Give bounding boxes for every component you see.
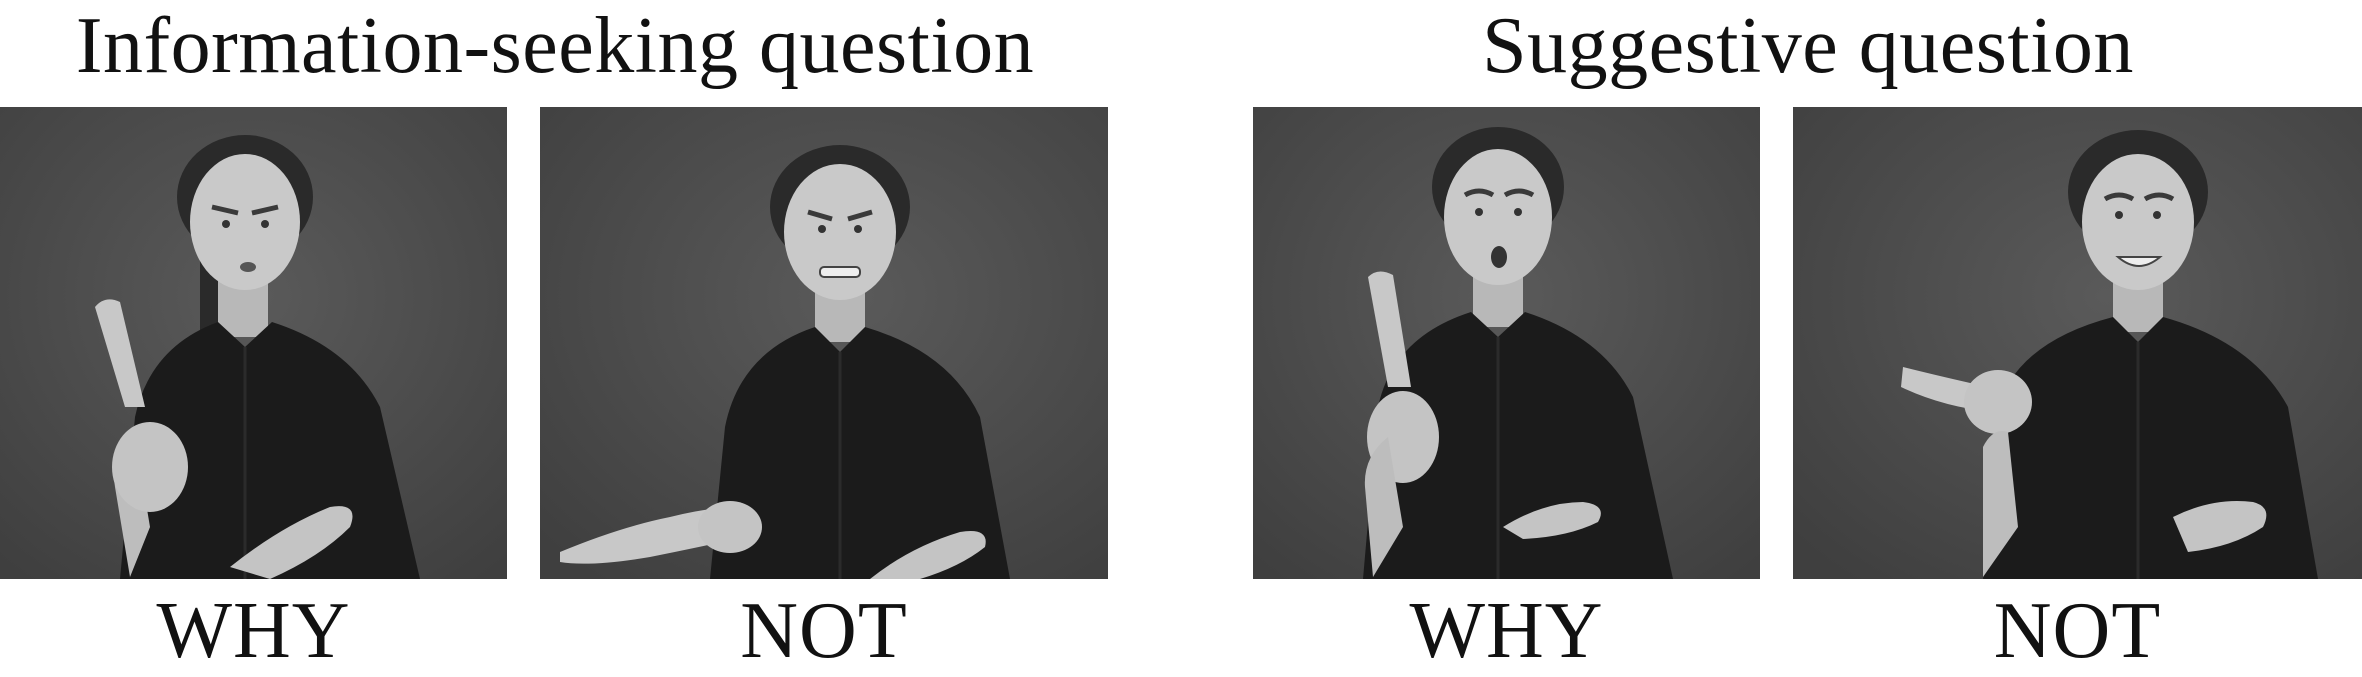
sign-label-why-suggestive: WHY <box>1409 587 1604 675</box>
group-title-information-seeking: Information-seeking question <box>75 2 1035 90</box>
sign-label-not-information-seeking: NOT <box>740 587 908 675</box>
photo-signer-not-suggestive <box>1793 107 2362 579</box>
sign-label-not-suggestive: NOT <box>1993 587 2162 675</box>
group-title-suggestive: Suggestive question <box>1482 2 2134 90</box>
photo-signer-why-information-seeking <box>0 107 507 579</box>
photo-signer-why-suggestive <box>1253 107 1760 579</box>
photo-signer-not-information-seeking <box>540 107 1108 579</box>
sign-label-why-information-seeking: WHY <box>156 587 351 675</box>
